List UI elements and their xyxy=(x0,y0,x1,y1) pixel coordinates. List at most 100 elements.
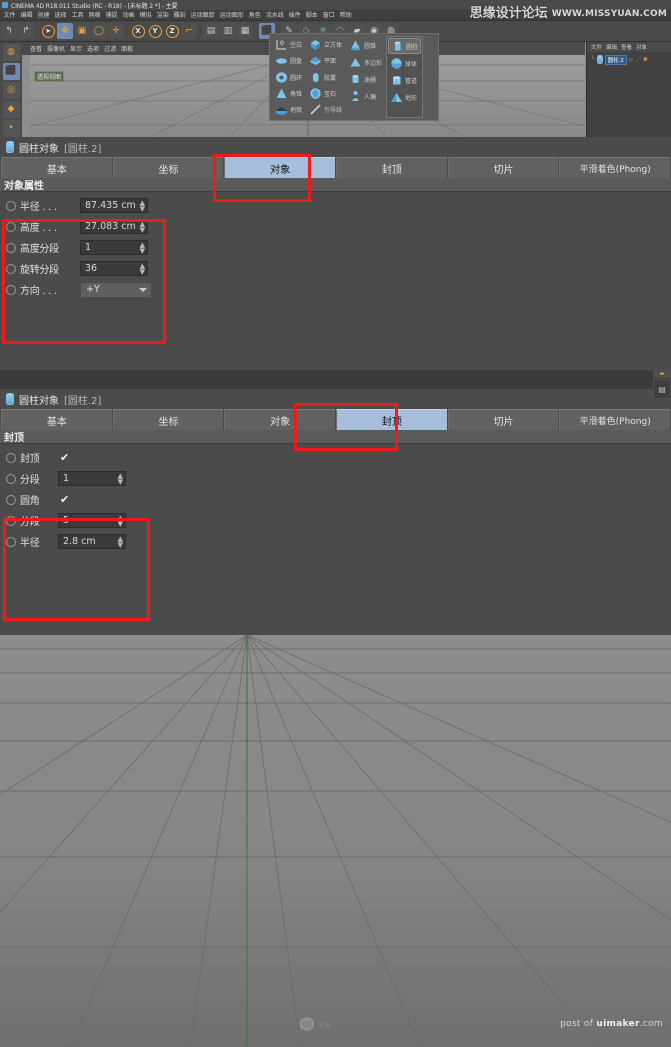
attribute-panel-object[interactable]: 圆柱对象 [圆柱.2] 基本坐标对象封顶切片平滑着色(Phong) 对象属性 半… xyxy=(0,137,671,370)
primitives-flyout[interactable]: 0空白圆盘圆环角锥地貌立方体平面胶囊宝石引导线圆锥多边形油桶人偶圆柱球体管道地形 xyxy=(269,33,439,121)
stepper-icon[interactable]: ▲▼ xyxy=(118,473,123,485)
menu-item-16[interactable]: 脚本 xyxy=(303,10,320,21)
property-radio-icon[interactable] xyxy=(6,285,16,295)
point-mode-icon[interactable]: • xyxy=(3,120,20,137)
menu-item-13[interactable]: 角色 xyxy=(246,10,263,21)
flyout-item-tube[interactable]: 管道 xyxy=(388,72,421,88)
tab-panel_caps-4[interactable]: 切片 xyxy=(448,409,559,430)
attribute-panel-caps[interactable]: 圆柱对象 [圆柱.2] 基本坐标对象封顶切片平滑着色(Phong) 封顶 封顶✔… xyxy=(0,389,671,635)
property-radio-icon[interactable] xyxy=(6,222,16,232)
property-radio-icon[interactable] xyxy=(6,516,16,526)
flyout-item-landscape[interactable]: 地貌 xyxy=(273,102,304,117)
attribute-tabs-object[interactable]: 基本坐标对象封顶切片平滑着色(Phong) xyxy=(0,157,671,178)
menu-item-5[interactable]: 网格 xyxy=(86,10,103,21)
stepper-icon[interactable]: ▲▼ xyxy=(140,200,145,212)
property-input[interactable]: 27.083 cm▲▼ xyxy=(80,219,148,234)
lock-z-axis[interactable]: Z xyxy=(164,23,180,39)
menu-item-11[interactable]: 运动跟踪 xyxy=(188,10,217,21)
rotate-tool[interactable]: ◯ xyxy=(91,23,107,39)
object-tag-icon[interactable]: ⋰ xyxy=(635,56,641,63)
object-manager-menu-3[interactable]: 对象 xyxy=(636,43,647,51)
viewport-menu-0[interactable]: 查看 xyxy=(30,44,42,53)
tab-panel_object-1[interactable]: 坐标 xyxy=(113,157,224,178)
flyout-item-torus[interactable]: 圆环 xyxy=(273,69,304,84)
make-editable-icon[interactable]: ◍ xyxy=(3,44,20,61)
property-input[interactable]: 36▲▼ xyxy=(80,261,148,276)
viewport-menu-1[interactable]: 摄像机 xyxy=(47,44,65,53)
render-view[interactable]: ▤ xyxy=(203,23,219,39)
property-radio-icon[interactable] xyxy=(6,453,16,463)
property-radio-icon[interactable] xyxy=(6,264,16,274)
viewport-main[interactable]: UI ·cn post of uimaker.com xyxy=(0,635,671,1047)
flyout-item-polygon[interactable]: 多边形 xyxy=(347,54,384,70)
stepper-icon[interactable]: ▲▼ xyxy=(140,221,145,233)
property-radio-icon[interactable] xyxy=(6,537,16,547)
object-extra-tag-icon[interactable]: ❀ xyxy=(643,56,648,63)
render-settings[interactable]: ▦ xyxy=(237,23,253,39)
flyout-item-oiltank[interactable]: 油桶 xyxy=(347,71,384,87)
tab-panel_caps-0[interactable]: 基本 xyxy=(1,409,112,430)
attribute-tabs-caps[interactable]: 基本坐标对象封顶切片平滑着色(Phong) xyxy=(0,409,671,430)
polygon-mode-icon[interactable]: ◆ xyxy=(3,101,20,118)
flyout-item-plane[interactable]: 平面 xyxy=(307,53,344,68)
property-row-4[interactable]: 半径2.8 cm▲▼ xyxy=(0,531,671,552)
lock-y-axis[interactable]: Y xyxy=(147,23,163,39)
stepper-icon[interactable]: ▲▼ xyxy=(140,263,145,275)
dock-tab-top-icon[interactable]: ▬ xyxy=(653,370,671,378)
menu-item-15[interactable]: 插件 xyxy=(286,10,303,21)
stepper-icon[interactable]: ▲▼ xyxy=(118,515,123,527)
property-input[interactable]: 87.435 cm▲▼ xyxy=(80,198,148,213)
tab-panel_caps-2[interactable]: 对象 xyxy=(224,409,335,430)
menu-item-2[interactable]: 创建 xyxy=(35,10,52,21)
viewport-menu-4[interactable]: 过滤 xyxy=(104,44,116,53)
property-radio-icon[interactable] xyxy=(6,495,16,505)
axis-tool[interactable]: ✛ xyxy=(108,23,124,39)
menu-item-8[interactable]: 模拟 xyxy=(137,10,154,21)
object-manager-menu-0[interactable]: 文件 xyxy=(591,43,602,51)
menu-item-6[interactable]: 捕捉 xyxy=(103,10,120,21)
model-mode-icon[interactable]: ⬛ xyxy=(3,63,20,80)
tab-panel_object-2[interactable]: 对象 xyxy=(224,157,335,178)
menu-item-12[interactable]: 运动图形 xyxy=(217,10,246,21)
object-properties-list[interactable]: 半径 . . .87.435 cm▲▼高度 . . .27.083 cm▲▼高度… xyxy=(0,192,671,306)
object-name-label[interactable]: 圆柱.2 xyxy=(605,55,627,65)
flyout-item-guide[interactable]: 引导线 xyxy=(307,102,344,117)
flyout-item-capsule[interactable]: 胶囊 xyxy=(307,69,344,84)
flyout-item-cone[interactable]: 圆锥 xyxy=(347,37,384,53)
menu-item-18[interactable]: 帮助 xyxy=(337,10,354,21)
redo-button[interactable]: ↱ xyxy=(18,23,34,39)
menu-item-4[interactable]: 工具 xyxy=(69,10,86,21)
menu-item-9[interactable]: 渲染 xyxy=(154,10,171,21)
caps-properties-list[interactable]: 封顶✔分段1▲▼圆角✔分段5▲▼半径2.8 cm▲▼ xyxy=(0,444,671,558)
flyout-item-null-object[interactable]: 0空白 xyxy=(273,37,304,52)
property-input[interactable]: 5▲▼ xyxy=(58,513,126,528)
viewport-menu-3[interactable]: 选项 xyxy=(87,44,99,53)
property-input[interactable]: 2.8 cm▲▼ xyxy=(58,534,126,549)
object-manager[interactable]: 文件编辑查看对象 └ 圆柱.2 ▫ ⋰ ❀ xyxy=(586,42,671,137)
flyout-item-pyramid[interactable]: 角锥 xyxy=(273,86,304,101)
flyout-item-platonic[interactable]: 宝石 xyxy=(307,86,344,101)
world-coordinates[interactable]: ⌐ xyxy=(181,23,197,39)
object-manager-menu-1[interactable]: 编辑 xyxy=(606,43,617,51)
property-row-1[interactable]: 分段1▲▼ xyxy=(0,468,671,489)
tab-panel_object-3[interactable]: 封顶 xyxy=(336,157,447,178)
viewport-menu-5[interactable]: 面板 xyxy=(121,44,133,53)
property-checkbox[interactable]: ✔ xyxy=(60,451,69,464)
menu-item-0[interactable]: 文件 xyxy=(1,10,18,21)
mode-toolbar[interactable]: ◍ ⬛ ◎ ◆ • xyxy=(0,42,22,137)
property-row-0[interactable]: 半径 . . .87.435 cm▲▼ xyxy=(0,195,671,216)
property-row-2[interactable]: 高度分段1▲▼ xyxy=(0,237,671,258)
menu-item-7[interactable]: 动画 xyxy=(120,10,137,21)
flyout-item-disc[interactable]: 圆盘 xyxy=(273,53,304,68)
menu-item-17[interactable]: 窗口 xyxy=(320,10,337,21)
tab-panel_object-4[interactable]: 切片 xyxy=(448,157,559,178)
tab-panel_caps-1[interactable]: 坐标 xyxy=(113,409,224,430)
flyout-item-terrain[interactable]: 地形 xyxy=(388,89,421,105)
property-row-2[interactable]: 圆角✔ xyxy=(0,489,671,510)
property-row-4[interactable]: 方向 . . .+Y xyxy=(0,279,671,300)
right-dock-tabs[interactable]: ▬ ▤ xyxy=(651,370,671,635)
texture-mode-icon[interactable]: ◎ xyxy=(3,82,20,99)
menu-item-1[interactable]: 编辑 xyxy=(18,10,35,21)
flyout-item-figure[interactable]: 人偶 xyxy=(347,88,384,104)
flyout-item-cylinder[interactable]: 圆柱 xyxy=(388,38,421,54)
